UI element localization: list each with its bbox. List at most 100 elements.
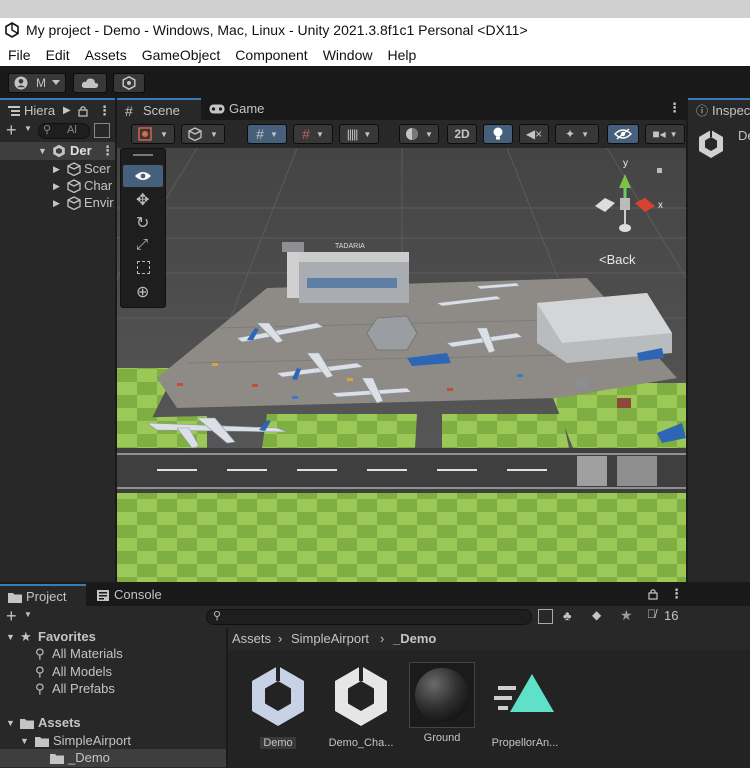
folder-icon — [20, 719, 34, 729]
chevron-down-icon — [52, 80, 60, 85]
draw-mode-dropdown[interactable]: ▼ — [131, 124, 175, 144]
lighting-toggle[interactable] — [483, 124, 513, 144]
filter-by-type-icon[interactable]: ♣ — [563, 608, 572, 623]
palette-drag-handle[interactable] — [133, 154, 153, 156]
scene-viewport[interactable]: TADARIA y x <Back ✥ ↻ ⤢ ⊕ — [117, 148, 686, 582]
menu-component[interactable]: Component — [235, 44, 307, 66]
tab-project[interactable]: Project — [0, 584, 86, 606]
tab-scene[interactable]: # Scene — [117, 98, 201, 120]
mode-2d-toggle[interactable]: 2D — [447, 124, 477, 144]
account-dropdown[interactable]: M — [8, 73, 66, 93]
transform-tool-button[interactable]: ⊕ — [123, 281, 163, 303]
move-tool-button[interactable]: ✥ — [123, 189, 163, 211]
create-asset-icon[interactable]: + — [6, 606, 17, 626]
hierarchy-scene-root[interactable]: ▼ Der ⋮ — [0, 142, 115, 160]
project-search[interactable]: ⚲ — [206, 609, 532, 625]
scene-visibility-toggle[interactable] — [607, 124, 639, 144]
folder-item-selected[interactable]: _Demo — [0, 749, 226, 767]
hierarchy-item[interactable]: ▶ Envir — [0, 194, 115, 212]
asset-tile-demo-cha[interactable]: Demo_Cha... — [321, 662, 401, 749]
lock-icon[interactable] — [78, 105, 88, 117]
menu-gameobject[interactable]: GameObject — [142, 44, 221, 66]
add-icon[interactable]: + — [6, 120, 17, 140]
increment-snap-dropdown[interactable]: ||||| ▼ — [339, 124, 379, 144]
audio-toggle[interactable]: ◀× — [519, 124, 549, 144]
tab-overflow-icon[interactable]: ▶ — [63, 100, 71, 122]
scene-menu-icon[interactable]: ⋮ — [101, 142, 114, 160]
menu-file[interactable]: File — [8, 44, 31, 66]
project-kebab-icon[interactable]: ⋮ — [670, 586, 683, 602]
assets-header[interactable]: ▼ Assets — [0, 714, 226, 732]
view-tool-button[interactable] — [123, 165, 163, 187]
expand-arrow-icon[interactable]: ▼ — [6, 714, 15, 732]
hierarchy-item[interactable]: ▶ Scer — [0, 160, 115, 178]
expand-arrow-icon[interactable]: ▼ — [38, 142, 47, 160]
cube-mode-icon — [188, 127, 202, 141]
rect-tool-button[interactable] — [123, 258, 163, 280]
unity-scene-icon — [252, 666, 304, 726]
collab-button[interactable] — [113, 73, 145, 93]
menu-assets[interactable]: Assets — [85, 44, 127, 66]
favorite-item[interactable]: ⚲ All Materials — [0, 645, 226, 663]
folder-icon — [35, 737, 49, 747]
effects-dropdown[interactable]: ✦ ▼ — [555, 124, 599, 144]
hierarchy-search[interactable]: ⚲ Al — [38, 123, 90, 139]
favorite-item[interactable]: ⚲ All Prefabs — [0, 680, 226, 698]
hierarchy-item[interactable]: ▶ Char — [0, 177, 115, 195]
favorite-item[interactable]: ⚲ All Models — [0, 663, 226, 681]
tab-game[interactable]: Game — [203, 98, 283, 120]
scene-hash-icon: # — [125, 103, 133, 119]
breadcrumb-item[interactable]: Assets — [232, 631, 271, 646]
camera-icon: ■◂ — [652, 127, 666, 141]
camera-dropdown[interactable]: ■◂ ▼ — [645, 124, 685, 144]
tab-project-label: Project — [26, 589, 67, 604]
asset-tile-demo[interactable]: Demo — [238, 662, 318, 749]
back-view-label[interactable]: <Back — [599, 252, 636, 267]
scene-kebab-icon[interactable]: ⋮ — [668, 100, 681, 116]
render-mode-dropdown[interactable]: ▼ — [181, 124, 225, 144]
filter-by-label-icon[interactable]: ◆ — [592, 608, 601, 622]
favorite-star-icon[interactable]: ★ — [620, 607, 633, 624]
lightbulb-icon — [493, 127, 503, 140]
cloud-button[interactable] — [73, 73, 107, 93]
collab-icon — [122, 76, 136, 90]
snap-increment-dropdown[interactable]: # ▼ — [293, 124, 333, 144]
tab-inspector[interactable]: ⓘ Inspec — [688, 98, 750, 120]
tab-console[interactable]: Console — [88, 584, 178, 606]
favorites-header[interactable]: ▼ ★ Favorites — [0, 628, 226, 646]
breadcrumb-separator: › — [380, 631, 385, 646]
panel-divider[interactable] — [686, 98, 688, 582]
tab-hierarchy-label: Hiera — [24, 103, 56, 118]
asset-tile-ground[interactable]: Ground — [402, 662, 482, 744]
asset-tile-propellor[interactable]: PropellorAn... — [485, 662, 565, 749]
shading-dropdown[interactable]: ▼ — [399, 124, 439, 144]
menu-window[interactable]: Window — [323, 44, 373, 66]
panel-divider[interactable] — [226, 628, 228, 768]
lock-icon[interactable] — [648, 588, 658, 600]
collapse-arrow-icon[interactable]: ▶ — [53, 194, 60, 212]
folder-item[interactable]: ▼ SimpleAirport — [0, 732, 226, 750]
panel-divider[interactable] — [115, 98, 117, 582]
expand-arrow-icon[interactable]: ▼ — [6, 628, 15, 646]
kebab-menu-icon[interactable]: ⋮ — [98, 100, 111, 122]
add-dropdown-icon[interactable]: ▼ — [24, 124, 32, 133]
asset-label: Ground — [423, 732, 461, 744]
create-dropdown-icon[interactable]: ▼ — [24, 610, 32, 619]
panel-divider[interactable] — [0, 582, 750, 584]
collapse-arrow-icon[interactable]: ▶ — [53, 177, 60, 195]
breadcrumb-item[interactable]: SimpleAirport — [291, 631, 369, 646]
breadcrumb-current[interactable]: _Demo — [393, 631, 436, 646]
grid-snap-toggle[interactable]: # ▼ — [247, 124, 287, 144]
scale-tool-button[interactable]: ⤢ — [123, 235, 163, 257]
expand-arrow-icon[interactable]: ▼ — [20, 732, 29, 750]
collapse-arrow-icon[interactable]: ▶ — [53, 160, 60, 178]
rotate-tool-button[interactable]: ↻ — [123, 212, 163, 234]
menu-help[interactable]: Help — [387, 44, 416, 66]
hidden-eye-icon — [614, 128, 632, 140]
search-by-type-icon[interactable] — [538, 609, 553, 624]
tab-hierarchy[interactable]: Hiera ▶ ⋮ — [0, 98, 115, 120]
hidden-packages-icon[interactable]: 👁̸ — [647, 607, 656, 621]
gizmo-y-label: y — [623, 158, 628, 169]
menu-edit[interactable]: Edit — [46, 44, 70, 66]
search-mode-icon[interactable] — [94, 123, 110, 138]
